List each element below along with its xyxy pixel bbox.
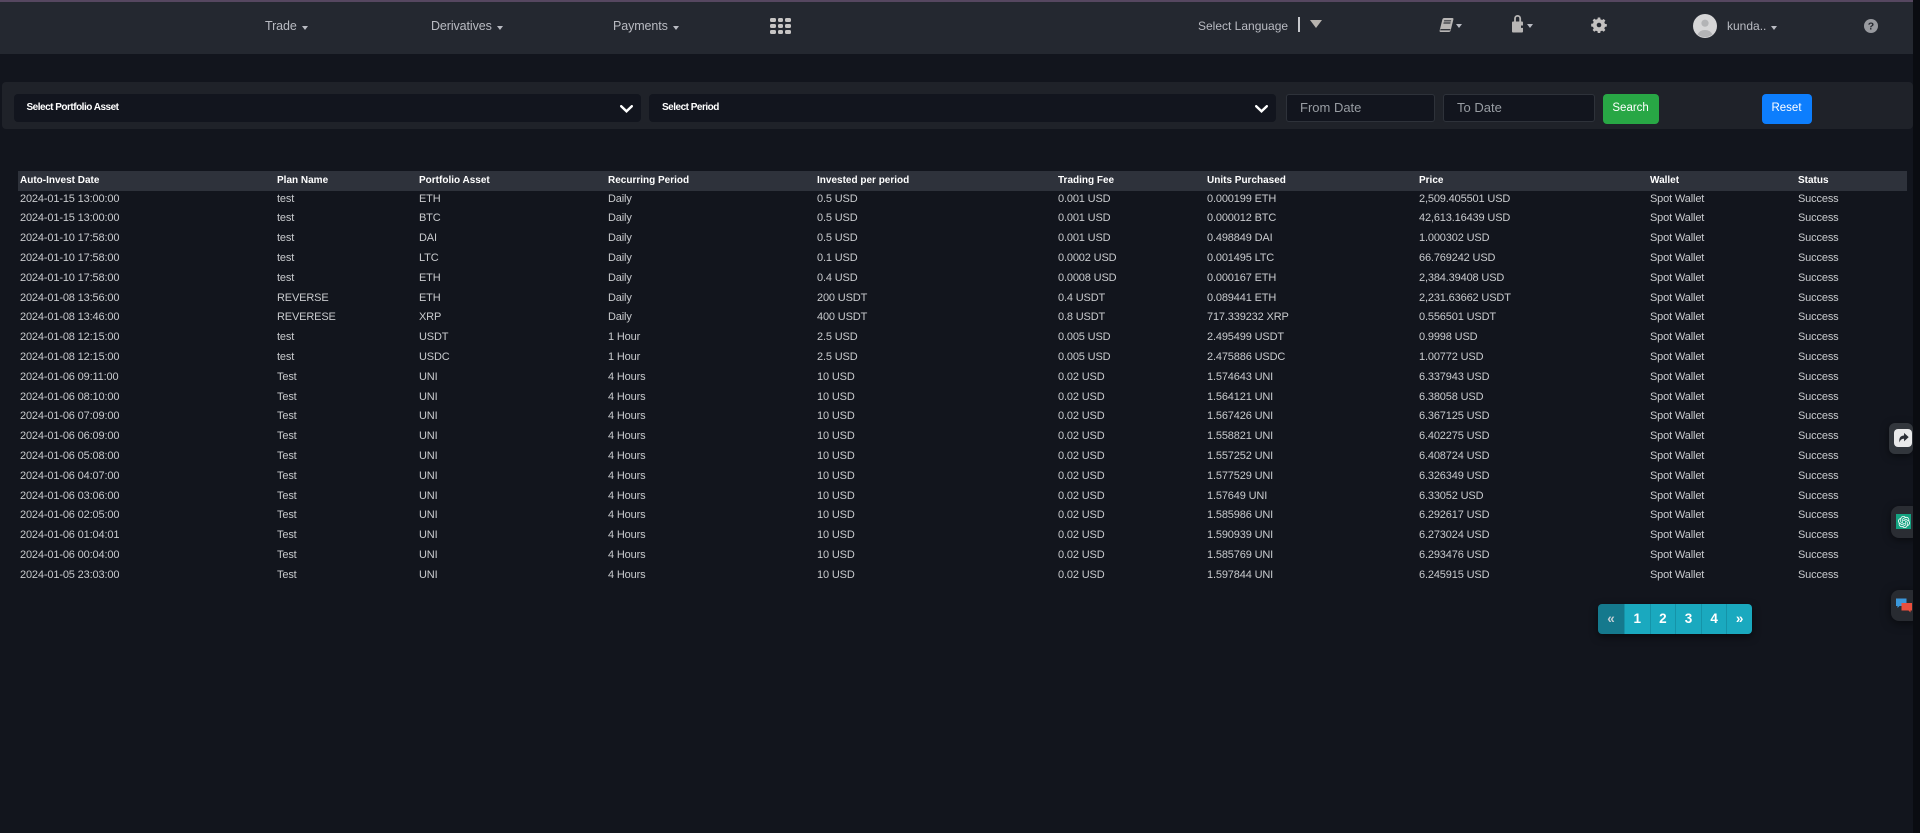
svg-text:?: ? — [1868, 21, 1874, 33]
